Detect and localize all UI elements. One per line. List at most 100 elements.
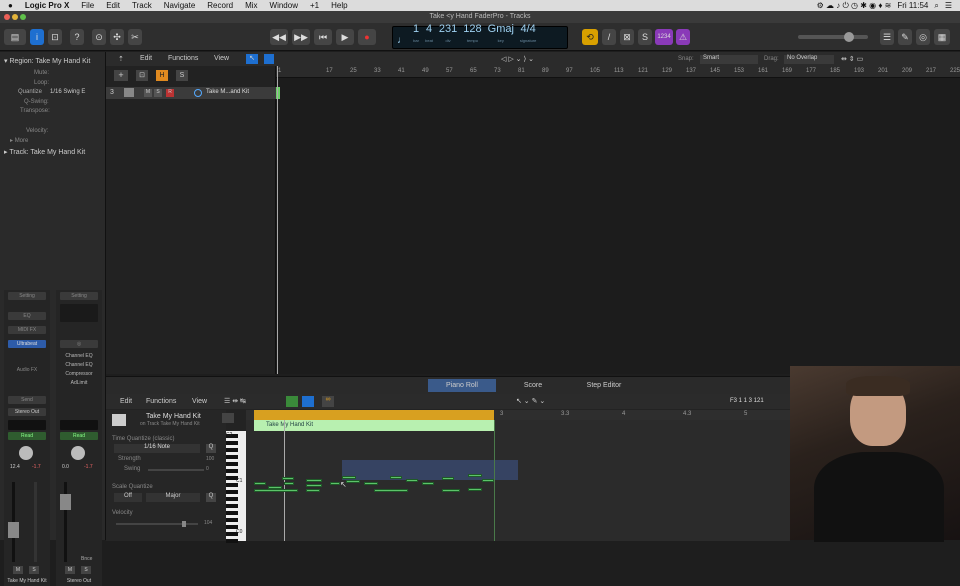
quick-help-button[interactable]: ? — [70, 29, 84, 45]
apple-menu-icon[interactable]: ● — [8, 1, 13, 10]
editors-button[interactable]: ✂ — [128, 29, 142, 45]
midi-note[interactable] — [284, 482, 294, 485]
scale-type-select[interactable]: Major — [146, 493, 200, 502]
go-to-start-button[interactable]: ⏮ — [314, 29, 332, 45]
setting-button-output[interactable]: Setting — [60, 292, 98, 300]
menu-edit[interactable]: Edit — [106, 1, 120, 10]
metronome-button[interactable]: ⚠ — [676, 29, 690, 45]
midi-note[interactable] — [306, 479, 322, 482]
back-icon[interactable]: ⇡ — [118, 55, 124, 63]
piano-black-key[interactable] — [226, 518, 238, 522]
cycle-range[interactable] — [254, 410, 494, 420]
tracks-functions-menu[interactable]: Functions — [168, 55, 198, 62]
midi-note[interactable] — [282, 477, 294, 480]
lcd-display[interactable]: ♩ 1 bar 4 beat 231 div 128 tempo Gmaj key 4/4… — [392, 24, 568, 49]
search-icon[interactable]: ⌕ — [934, 1, 938, 11]
smart-controls-button[interactable]: ✣ — [110, 29, 124, 45]
pan-knob[interactable] — [19, 446, 33, 460]
menu-record[interactable]: Record — [207, 1, 233, 10]
toolbar-button[interactable]: ⊡ — [48, 29, 62, 45]
scale-quantize-button[interactable]: Q — [206, 493, 216, 502]
tab-score[interactable]: Score — [498, 379, 568, 392]
piano-black-key[interactable] — [226, 504, 238, 508]
menu-help[interactable]: Help — [331, 1, 347, 10]
midi-note[interactable] — [306, 489, 320, 492]
filter-icon[interactable] — [302, 396, 314, 407]
menu-mix[interactable]: Mix — [245, 1, 257, 10]
plugin-slot-2[interactable]: Channel EQ — [60, 361, 98, 369]
midi-note[interactable] — [342, 476, 356, 479]
global-solo-button[interactable]: S — [176, 70, 188, 81]
group-slot[interactable] — [8, 420, 46, 430]
drag-select[interactable]: No Overlap — [784, 55, 834, 64]
midi-note[interactable] — [330, 482, 340, 485]
group-slot-output[interactable] — [60, 420, 98, 430]
inspector-button[interactable]: i — [30, 29, 44, 45]
fast-forward-button[interactable]: ▶▶ — [292, 29, 310, 45]
hide-button[interactable]: H — [156, 70, 168, 81]
playhead[interactable] — [277, 66, 278, 374]
midi-note[interactable] — [468, 488, 482, 491]
midi-fx-slot[interactable]: MIDI FX — [8, 326, 46, 334]
nav-arrows-icon[interactable]: ◁ ▷ ⌄ ⟩ ⌄ — [501, 55, 534, 63]
list-editors-button[interactable]: ☰ — [880, 29, 894, 45]
menu-app-name[interactable]: Logic Pro X — [25, 1, 69, 10]
solo-button-output[interactable]: S — [81, 566, 91, 574]
add-track-button[interactable]: + — [114, 70, 128, 81]
setting-button[interactable]: Setting — [8, 292, 46, 300]
solo-button[interactable]: S — [638, 29, 652, 45]
volume-fader-track[interactable] — [8, 482, 19, 562]
audio-fx-slot[interactable]: Audio FX — [8, 366, 46, 374]
region-menu-button[interactable] — [222, 413, 234, 423]
midi-note[interactable] — [346, 480, 360, 483]
menubar-clock[interactable]: Fri 11:54 — [897, 1, 928, 10]
quantize-button[interactable]: Q — [206, 444, 216, 453]
midi-in-icon[interactable] — [286, 396, 298, 407]
pointer-tool-icon[interactable]: ↖ — [246, 54, 258, 64]
track-row[interactable]: 3 M S R Take M...and Kit — [106, 87, 276, 99]
note-pads-button[interactable]: ✎ — [898, 29, 912, 45]
pr-edit-menu[interactable]: Edit — [120, 398, 132, 405]
status-icons[interactable]: ⚙ ☁ ♪ ⏻ ◷ ✱ ◉ ♦ ≋ — [817, 1, 892, 11]
play-button[interactable]: ▶ — [336, 29, 354, 45]
snap-select[interactable]: Smart — [700, 55, 758, 64]
midi-note[interactable] — [374, 489, 408, 492]
pan-knob-output[interactable] — [71, 446, 85, 460]
replace-button[interactable]: / — [602, 29, 616, 45]
note-grid[interactable]: 11.322.333.344.35 Take My Hand Kit ↖ — [246, 410, 790, 541]
menu-plus-one[interactable]: +1 — [310, 1, 319, 10]
more-disclosure[interactable]: ▸ More — [10, 137, 28, 144]
cycle-button[interactable]: ⟲ — [582, 29, 598, 45]
link-icon[interactable]: ◎ — [60, 340, 98, 348]
eq-slot[interactable]: EQ — [8, 312, 46, 320]
folder-icon[interactable]: ⊡ — [136, 70, 148, 81]
mute-button-output[interactable]: M — [65, 566, 75, 574]
link-icon[interactable]: ∞ — [322, 396, 334, 407]
midi-note[interactable] — [468, 474, 482, 477]
piano-black-key[interactable] — [226, 490, 238, 494]
plugin-slot-4[interactable]: AdLimit — [60, 379, 98, 387]
midi-note[interactable] — [406, 479, 418, 482]
plugin-slot-3[interactable]: Compressor — [60, 370, 98, 378]
menu-window[interactable]: Window — [270, 1, 298, 10]
midi-note[interactable] — [442, 477, 454, 480]
velocity-slider[interactable] — [116, 521, 198, 527]
tracks-view-menu[interactable]: View — [214, 55, 229, 62]
swing-slider[interactable] — [148, 469, 204, 471]
arrange-area[interactable]: ◁ ▷ ⌄ ⟩ ⌄ Snap: Smart Drag: No Overlap ⇹… — [264, 52, 960, 374]
pr-tool-icons[interactable]: ☰ ⇹ ↹ — [224, 397, 246, 405]
midi-note[interactable] — [422, 482, 434, 485]
region-header[interactable]: ▾ Region: Take My Hand Kit — [4, 57, 90, 65]
piano-black-key[interactable] — [226, 497, 238, 501]
track-mute-button[interactable]: M — [144, 89, 152, 97]
volume-fader-output[interactable] — [60, 482, 71, 562]
midi-note[interactable] — [482, 479, 494, 482]
record-button[interactable]: ● — [358, 29, 376, 45]
pr-functions-menu[interactable]: Functions — [146, 398, 176, 405]
zoom-window-button[interactable] — [20, 14, 26, 20]
midi-note[interactable] — [306, 484, 322, 487]
piano-black-key[interactable] — [226, 441, 238, 445]
pr-view-menu[interactable]: View — [192, 398, 207, 405]
quantize-select[interactable]: 1/16 Swing E — [50, 89, 85, 95]
count-in-button[interactable]: 1234 — [655, 29, 673, 45]
